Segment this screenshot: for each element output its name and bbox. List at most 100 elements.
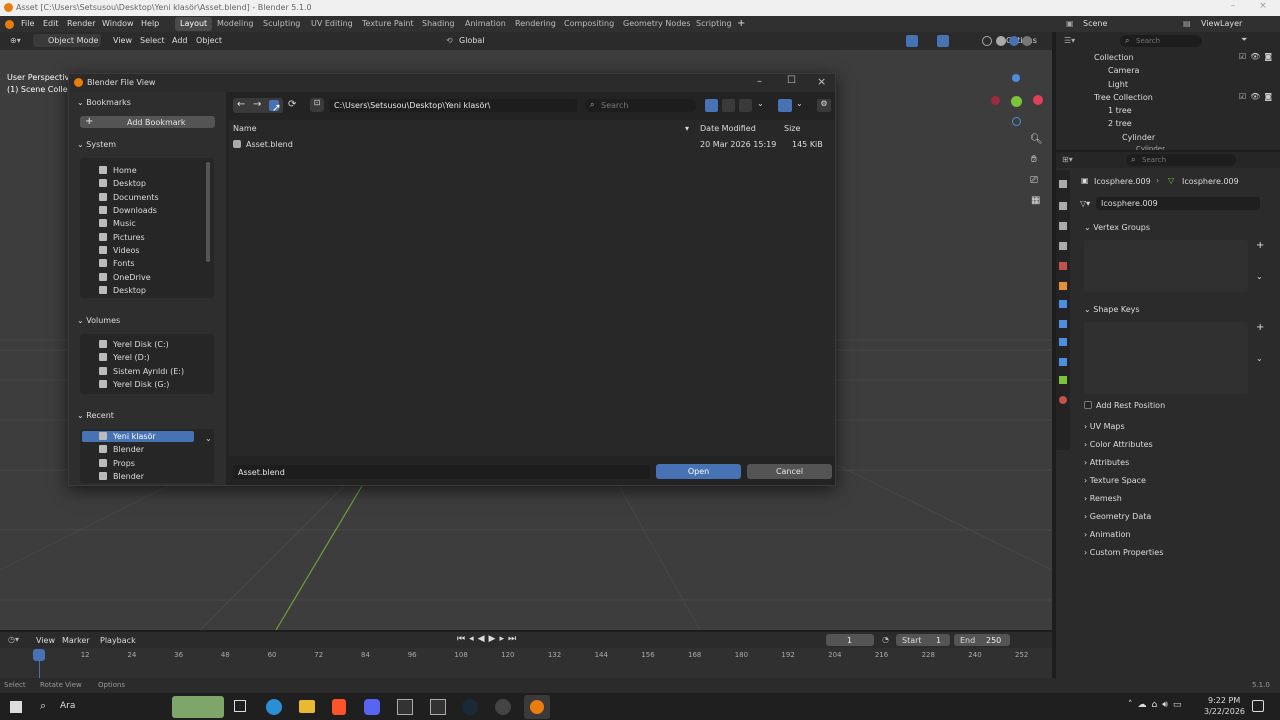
add-shape-key-icon[interactable]: +	[1256, 322, 1264, 333]
tab-uv-editing[interactable]: UV Editing	[306, 17, 358, 31]
panel-uv-maps[interactable]: › UV Maps	[1084, 422, 1125, 431]
system-header[interactable]: ⌄ System	[77, 140, 217, 149]
start-frame-field[interactable]: Start 1	[896, 634, 950, 646]
search-icon[interactable]: ⌕	[40, 699, 46, 713]
solid-shading-icon[interactable]	[996, 36, 1006, 46]
viewlayer-selector[interactable]: ViewLayer	[1201, 19, 1242, 28]
panel-animation[interactable]: › Animation	[1084, 530, 1131, 539]
vertex-group-menu-icon[interactable]: ⌄	[1256, 272, 1263, 281]
modifier-tab-icon[interactable]	[1059, 300, 1067, 308]
physics-tab-icon[interactable]	[1059, 338, 1067, 346]
filter-dropdown[interactable]: ⌄	[796, 99, 803, 108]
visibility-icons[interactable]: ☑👁︎◙	[1239, 92, 1276, 101]
tab-modeling[interactable]: Modeling	[212, 17, 258, 31]
close-icon[interactable]: ×	[1248, 1, 1278, 15]
tool-tab-icon[interactable]	[1059, 180, 1067, 188]
material-shading-icon[interactable]	[1009, 36, 1019, 46]
clock-date[interactable]: 3/22/2026	[1204, 707, 1245, 716]
outliner-item-light[interactable]: Light	[1108, 80, 1128, 89]
current-frame-field[interactable]: 1	[826, 634, 874, 646]
menu-render[interactable]: Render	[67, 19, 95, 28]
tab-scripting[interactable]: Scripting	[691, 17, 737, 31]
filter-toggle-icon[interactable]	[778, 99, 792, 112]
menu-file[interactable]: File	[21, 19, 34, 28]
file-list[interactable]: Name ▾ Date Modified Size Asset.blend 20…	[229, 120, 835, 456]
outliner-search-input[interactable]: ⌕ Search	[1120, 35, 1202, 47]
blender-menu-icon[interactable]	[5, 20, 14, 29]
system-item-onedrive[interactable]: OneDrive	[99, 273, 151, 282]
dialog-minimize-icon[interactable]: –	[757, 76, 762, 87]
menu-edit[interactable]: Edit	[43, 19, 59, 28]
epic-games-icon[interactable]	[430, 699, 446, 715]
bookmarks-header[interactable]: ⌄ Bookmarks	[77, 98, 217, 107]
system-item-downloads[interactable]: Downloads	[99, 206, 157, 215]
scene-tab-icon[interactable]	[1059, 262, 1067, 270]
system-item-music[interactable]: Music	[99, 219, 136, 228]
tab-texture-paint[interactable]: Texture Paint	[357, 17, 419, 31]
vertical-list-view-icon[interactable]	[705, 99, 718, 112]
file-row[interactable]: Asset.blend 20 Mar 2026 15:19 145 KiB	[229, 136, 835, 150]
steam-icon[interactable]	[462, 699, 478, 715]
file-search-input[interactable]: ⌕ Search	[585, 99, 696, 112]
rendered-shading-icon[interactable]	[1022, 36, 1032, 46]
object-tab-icon[interactable]	[1059, 282, 1067, 290]
thumbnail-view-icon[interactable]	[739, 99, 752, 112]
stopwatch-icon[interactable]: ◔	[882, 635, 889, 644]
ortho-toggle-icon[interactable]: ▦	[1031, 195, 1040, 206]
add-bookmark-button[interactable]: + Add Bookmark	[80, 116, 215, 128]
outliner-item-camera[interactable]: Camera	[1108, 66, 1139, 75]
system-item-documents[interactable]: Documents	[99, 193, 159, 202]
visibility-icons[interactable]: ☑👁︎◙	[1239, 52, 1276, 61]
vertex-groups-list[interactable]	[1084, 240, 1248, 292]
outliner-editor-icon[interactable]: ☰▾	[1064, 36, 1075, 45]
menu-add[interactable]: Add	[172, 36, 188, 45]
recent-item-blender-2[interactable]: Blender	[99, 472, 144, 481]
recent-item-blender[interactable]: Blender	[99, 445, 144, 454]
outliner-item-cylinder[interactable]: Cylinder	[1122, 133, 1155, 142]
playback-controls[interactable]: ⏮◂◀▶▸⏭	[457, 634, 520, 644]
tab-shading[interactable]: Shading	[417, 17, 460, 31]
new-folder-icon[interactable]: ⊡	[310, 98, 324, 112]
gizmo-x-axis-icon[interactable]	[1033, 95, 1043, 105]
filename-field[interactable]: Asset.blend	[233, 465, 650, 479]
mesh-name-field[interactable]: Icosphere.009	[1096, 197, 1260, 210]
taskbar-search-label[interactable]: Ara	[60, 701, 75, 711]
display-settings-dropdown[interactable]: ⌄	[757, 99, 764, 108]
panel-color-attributes[interactable]: › Color Attributes	[1084, 440, 1153, 449]
system-tray-icons[interactable]: ˄☁⌂🔊︎▭	[1128, 700, 1186, 710]
gizmo-neg-x-icon[interactable]	[991, 96, 1000, 105]
system-item-desktop-2[interactable]: Desktop	[99, 286, 146, 295]
panel-attributes[interactable]: › Attributes	[1084, 458, 1129, 467]
wireframe-shading-icon[interactable]	[982, 36, 992, 46]
cancel-button[interactable]: Cancel	[747, 464, 832, 479]
panel-remesh[interactable]: › Remesh	[1084, 494, 1122, 503]
volumes-header[interactable]: ⌄ Volumes	[77, 316, 217, 325]
timeline-editor-icon[interactable]: ◷▾	[8, 635, 19, 644]
scene-selector[interactable]: Scene	[1083, 19, 1107, 28]
timeline-menu-playback[interactable]: Playback	[100, 636, 136, 645]
material-tab-icon[interactable]	[1059, 396, 1067, 404]
system-item-home[interactable]: Home	[99, 166, 137, 175]
task-view-icon[interactable]	[234, 700, 246, 712]
edge-icon[interactable]	[266, 699, 282, 715]
tab-geometry-nodes[interactable]: Geometry Nodes	[618, 17, 695, 31]
back-icon[interactable]: ←	[237, 99, 245, 110]
tab-sculpting[interactable]: Sculpting	[258, 17, 305, 31]
shape-key-menu-icon[interactable]: ⌄	[1256, 354, 1263, 363]
system-item-videos[interactable]: Videos	[99, 246, 140, 255]
editor-type-icon[interactable]: ⊕▾	[10, 36, 21, 45]
outliner-item-cylinder-mesh[interactable]: Cylinder	[1136, 145, 1165, 150]
brave-icon[interactable]	[332, 699, 346, 715]
menu-object[interactable]: Object	[196, 36, 222, 45]
windows-start-icon[interactable]	[10, 701, 22, 713]
menu-window[interactable]: Window	[102, 19, 134, 28]
system-list-scrollbar[interactable]	[206, 162, 210, 262]
sort-icon[interactable]: ▾	[685, 124, 689, 133]
recent-item-yeni-klasor[interactable]: Yeni klasör	[99, 432, 156, 441]
outliner-item-1-tree[interactable]: 1 tree	[1108, 106, 1132, 115]
zoom-icon[interactable]: 🔍︎	[1030, 134, 1043, 145]
forward-icon[interactable]: →	[253, 99, 261, 110]
recent-item-props[interactable]: Props	[99, 459, 135, 468]
gizmo-y-axis-icon[interactable]	[1011, 96, 1022, 107]
panel-custom-properties[interactable]: › Custom Properties	[1084, 548, 1163, 557]
